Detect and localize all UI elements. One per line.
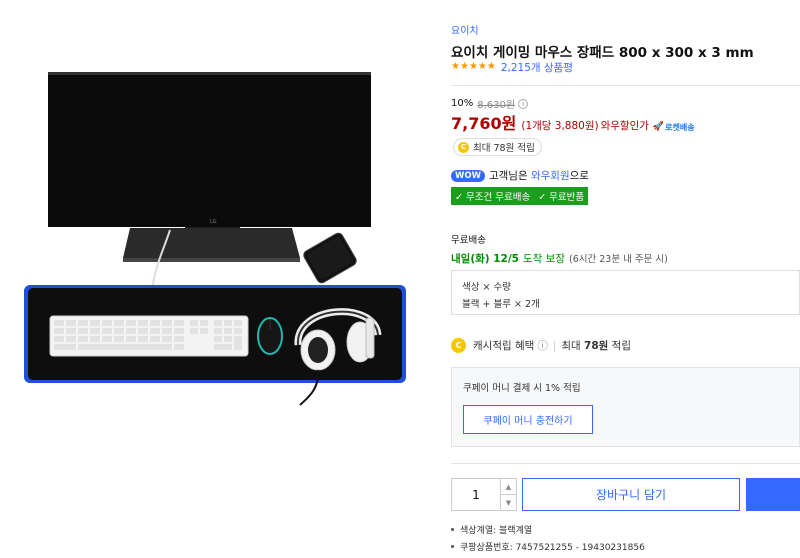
wow-text-prefix: 고객님은 bbox=[488, 170, 528, 182]
divider bbox=[451, 85, 800, 86]
discount-row: 10% 8,630원 i bbox=[451, 96, 529, 111]
shipping-info: 무료배송 내일(화) 12/5 도착 보장 (6시간 23분 내 주문 시) bbox=[451, 232, 668, 266]
detail-product-number: 쿠팡상품번호: 7457521255 - 19430231856 bbox=[460, 543, 645, 553]
original-price: 8,630원 bbox=[477, 100, 516, 111]
selected-option-box[interactable]: 색상 × 수량 블랙 + 블루 × 2개 bbox=[451, 270, 800, 315]
brand-link[interactable]: 요이치 bbox=[451, 22, 479, 37]
cash-max-label: 최대 bbox=[561, 340, 581, 352]
info-icon[interactable]: i bbox=[518, 98, 529, 109]
wow-member-row: WOW 고객님은 와우회원 으로 bbox=[451, 168, 589, 183]
option-value: 블랙 + 블루 × 2개 bbox=[462, 299, 540, 310]
cash-max-suffix: 적립 bbox=[611, 340, 631, 352]
star-icon: ★ bbox=[477, 61, 487, 72]
bullet bbox=[451, 545, 454, 548]
coupay-charge-button[interactable]: 쿠페이 머니 충전하기 bbox=[463, 405, 593, 434]
quantity-input[interactable] bbox=[452, 479, 500, 510]
cash-reward-text: 최대 78원 적립 bbox=[473, 143, 535, 154]
rocket-icon: 🚀 bbox=[652, 122, 665, 132]
coin-icon: C bbox=[451, 338, 466, 353]
product-image[interactable]: LG bbox=[0, 0, 430, 558]
order-deadline: (6시간 23분 내 주문 시) bbox=[568, 254, 668, 265]
coin-icon: C bbox=[458, 141, 469, 153]
arrival-date: 내일(화) 12/5 bbox=[451, 253, 519, 265]
buy-now-button[interactable] bbox=[746, 478, 800, 511]
option-label: 색상 × 수량 bbox=[462, 282, 511, 293]
star-icon: ★ bbox=[459, 61, 469, 72]
desk-setup-illustration: LG bbox=[24, 72, 406, 406]
shipping-title: 무료배송 bbox=[451, 235, 486, 246]
divider bbox=[451, 463, 800, 464]
free-shipping-tag: ✓ 무조건 무료배송 bbox=[451, 187, 535, 205]
quantity-stepper[interactable]: ▲ ▼ bbox=[451, 478, 517, 511]
cash-benefit-row: C 캐시적립 혜택 ⓘ | 최대 78원 적립 bbox=[451, 338, 631, 353]
price-row: 7,760원 (1개당 3,880원) 와우할인가 🚀 로켓배송 bbox=[451, 110, 695, 134]
star-rating: ★ ★ ★ ★ ★ bbox=[451, 62, 496, 72]
arrival-row: 내일(화) 12/5 도착 보장 (6시간 23분 내 주문 시) bbox=[451, 251, 668, 266]
wow-discount-label: 와우할인가 bbox=[600, 120, 649, 132]
separator: | bbox=[552, 339, 557, 352]
unit-price: (1개당 3,880원) bbox=[521, 120, 599, 132]
wow-benefits: ✓ 무조건 무료배송 ✓ 무료반품 bbox=[451, 187, 589, 205]
discount-rate: 10% bbox=[451, 98, 474, 109]
arrival-guarantee: 도착 보장 bbox=[523, 253, 565, 265]
product-details: 색상계열: 블랙계열 쿠팡상품번호: 7457521255 - 19430231… bbox=[451, 523, 645, 557]
wow-text-suffix: 으로 bbox=[569, 170, 589, 182]
free-return-tag: ✓ 무료반품 bbox=[534, 187, 589, 205]
quantity-steps: ▲ ▼ bbox=[500, 479, 516, 510]
star-icon: ★ bbox=[451, 61, 460, 72]
wow-badge: WOW bbox=[451, 169, 485, 182]
add-to-cart-button[interactable]: 장바구니 담기 bbox=[522, 478, 740, 511]
star-icon: ★ bbox=[468, 61, 478, 72]
increase-icon[interactable]: ▲ bbox=[501, 479, 516, 494]
cash-max-amount: 78원 bbox=[584, 340, 609, 352]
product-info-panel: 요이치 요이치 게이밍 마우스 장패드 800 x 300 x 3 mm ★ ★… bbox=[451, 0, 800, 558]
svg-text:LG: LG bbox=[210, 219, 217, 225]
rocket-delivery-badge: 🚀 로켓배송 bbox=[653, 122, 695, 133]
detail-item: 쿠팡상품번호: 7457521255 - 19430231856 bbox=[451, 540, 645, 553]
product-title: 요이치 게이밍 마우스 장패드 800 x 300 x 3 mm bbox=[451, 45, 754, 61]
detail-item: 색상계열: 블랙계열 bbox=[451, 523, 645, 536]
star-icon: ★ bbox=[486, 61, 496, 72]
detail-color: 색상계열: 블랙계열 bbox=[460, 526, 533, 536]
cash-reward-pill: C 최대 78원 적립 bbox=[453, 138, 542, 156]
review-count-link[interactable]: 2,215개 상품평 bbox=[501, 60, 573, 75]
decrease-icon[interactable]: ▼ bbox=[501, 494, 516, 510]
coupay-money-box: 쿠페이 머니 결제 시 1% 적립 쿠페이 머니 충전하기 bbox=[451, 367, 800, 447]
coupay-text: 쿠페이 머니 결제 시 1% 적립 bbox=[463, 383, 581, 394]
wow-member-link[interactable]: 와우회원 bbox=[531, 168, 570, 183]
info-icon[interactable]: ⓘ bbox=[537, 338, 548, 353]
cash-benefit-label: 캐시적립 혜택 bbox=[473, 340, 535, 352]
bullet bbox=[451, 528, 454, 531]
rating-row: ★ ★ ★ ★ ★ 2,215개 상품평 bbox=[451, 60, 573, 74]
sale-price: 7,760원 bbox=[451, 114, 517, 133]
rocket-label: 로켓배송 bbox=[665, 122, 695, 132]
